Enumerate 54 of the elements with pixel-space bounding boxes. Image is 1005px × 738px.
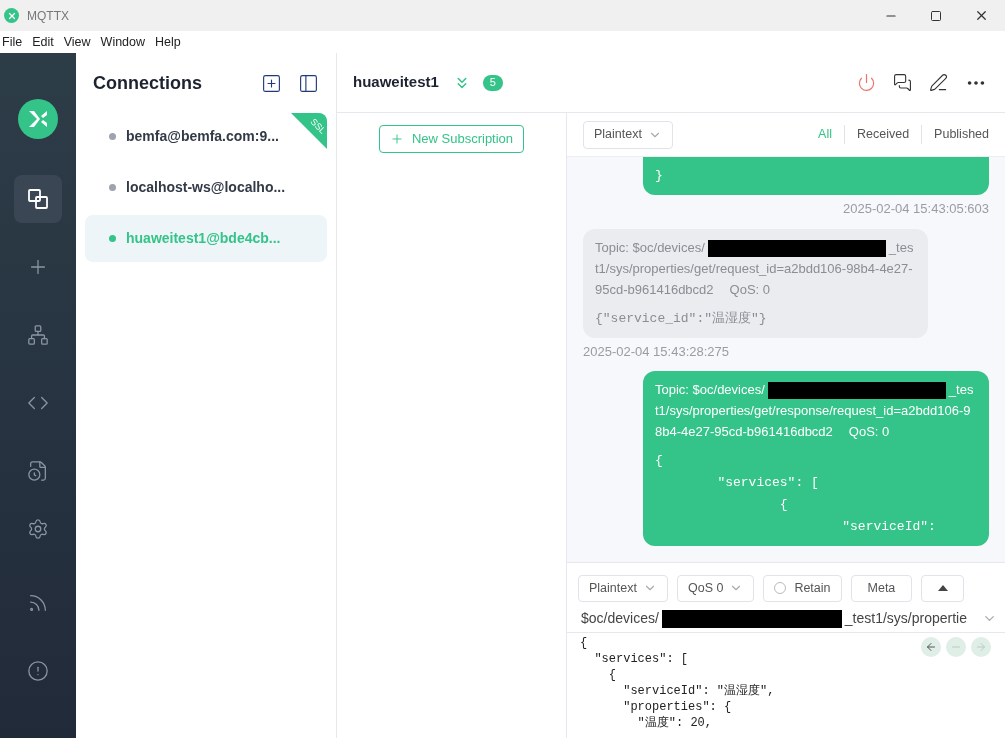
connection-item[interactable]: localhost-ws@localho... bbox=[85, 164, 327, 211]
feed-icon bbox=[27, 592, 49, 614]
expand-button[interactable] bbox=[921, 574, 965, 602]
network-icon bbox=[27, 324, 49, 346]
menu-item[interactable]: View bbox=[63, 32, 91, 52]
message-topic: Topic: $oc/devices/ _test1/sys/properties/get/request_id=a2bdd106-98b4-4e27-95cd-b961416dbcd2 QoS: 0 bbox=[595, 238, 915, 299]
maximize-icon[interactable] bbox=[930, 9, 942, 22]
panel-title: Connections bbox=[93, 71, 203, 95]
connection-item[interactable]: bemfa@bemfa.com:9... SSL bbox=[85, 113, 327, 160]
chat-icon[interactable] bbox=[893, 73, 912, 92]
payload-line: { bbox=[655, 452, 664, 470]
connections-icon bbox=[27, 188, 49, 210]
edit-icon[interactable] bbox=[929, 73, 948, 92]
menu-item[interactable]: File bbox=[2, 32, 23, 52]
retain-toggle[interactable]: Retain bbox=[763, 574, 842, 602]
message-topic: Topic: $oc/devices/ _test1/sys/properties/get/response/request_id=a2bdd106-98b4-4e27-95cd-b961416dbcd2 QoS: 0 bbox=[655, 381, 975, 441]
menu-item[interactable]: Window bbox=[100, 32, 146, 52]
triangle-up-icon bbox=[937, 585, 948, 591]
connection-title: huaweitest1 bbox=[353, 72, 439, 93]
count-badge: 5 bbox=[482, 74, 503, 91]
window-title: MQTTX bbox=[27, 7, 69, 25]
topic-field[interactable]: $oc/devices/ _test1/sys/propertie bbox=[567, 605, 1005, 633]
message-time: 2025-02-04 15:43:28:275 bbox=[583, 342, 729, 361]
payload-editor[interactable]: { "services": [ { "serviceId": "温湿度", "properties": { "温度": 20, bbox=[567, 633, 1005, 738]
collapse-panel-icon[interactable] bbox=[298, 72, 319, 94]
payload-line: } bbox=[655, 167, 664, 185]
connection-name: bemfa@bemfa.com:9... bbox=[126, 127, 279, 146]
connection-name: huaweitest1@bde4cb... bbox=[126, 229, 281, 248]
app-logo bbox=[18, 99, 58, 139]
meta-button[interactable]: Meta bbox=[850, 574, 913, 602]
payload-line: "serviceId": bbox=[841, 518, 937, 536]
connections-nav-button[interactable] bbox=[14, 175, 62, 223]
log-icon bbox=[27, 460, 49, 482]
new-connection-icon[interactable] bbox=[261, 72, 282, 94]
back-icon[interactable] bbox=[921, 637, 941, 657]
app-logo-icon bbox=[4, 8, 19, 23]
message-time: 2025-02-04 15:43:05:603 bbox=[843, 200, 989, 218]
menu-item[interactable]: Help bbox=[155, 32, 181, 52]
ssl-badge: SSL bbox=[291, 113, 327, 149]
connection-name: localhost-ws@localho... bbox=[126, 178, 286, 197]
filter-tab[interactable]: Received bbox=[843, 125, 922, 144]
payload-line: "services": [ bbox=[716, 474, 820, 492]
qos-dropdown[interactable]: QoS 0 bbox=[676, 574, 755, 602]
filter-tab[interactable]: Published bbox=[921, 125, 1001, 144]
settings-icon bbox=[27, 518, 49, 540]
menu-item[interactable]: Edit bbox=[32, 32, 54, 52]
close-icon[interactable] bbox=[974, 8, 989, 23]
format-dropdown[interactable]: Plaintext bbox=[578, 574, 668, 602]
format-dropdown[interactable]: Plaintext bbox=[583, 120, 673, 149]
info-icon bbox=[27, 660, 49, 682]
payload-line: {"service_id":"温湿度"} bbox=[595, 309, 768, 328]
plus-icon bbox=[389, 132, 404, 146]
power-icon[interactable] bbox=[857, 73, 876, 92]
payload-line: { bbox=[778, 496, 789, 514]
